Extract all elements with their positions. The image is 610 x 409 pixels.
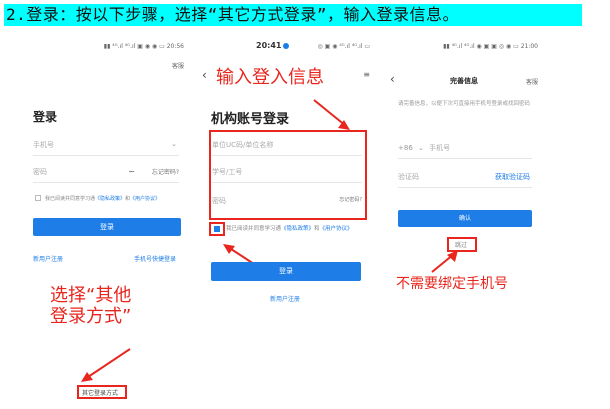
privacy-policy-link[interactable]: 《隐私政策》 <box>95 196 125 202</box>
arrow-icon <box>431 250 458 273</box>
org-input[interactable]: 单位UC码/单位名称 <box>212 140 362 156</box>
phone-input[interactable]: 手机号 ⌄ <box>33 140 179 156</box>
complete-info-screen: ▮▮ ⁴ᴳ.ıl ⁴ᴳ.ıl ◉ ▣ ▣ ◎ ◉ ▭ 21:00 ‹ 完善信息 … <box>384 36 544 404</box>
page-title: 机构账号登录 <box>211 112 290 127</box>
phone-input[interactable]: +86 ⌄ 手机号 <box>398 143 532 159</box>
help-link[interactable]: 客服 <box>526 77 538 86</box>
privacy-policy-link[interactable]: 《隐私政策》 <box>281 226 314 232</box>
phone-quick-login-link[interactable]: 手机号快捷登录 <box>134 254 176 263</box>
user-agreement-link[interactable]: 《用户协议》 <box>320 226 353 232</box>
status-bar: ◎ ▣ ◉ ⁴ᴳ.ıl ⁴ᴳ.ıl ▭ <box>317 43 371 50</box>
chevron-down-icon[interactable]: ⌄ <box>418 144 424 152</box>
annotation-no-bind-phone: 不需要绑定手机号 <box>396 276 508 292</box>
user-agreement-link[interactable]: 《用户协议》 <box>130 196 160 202</box>
other-login-link[interactable]: 其它登录方式 <box>82 388 118 397</box>
forgot-password-link[interactable]: 忘记密码? <box>152 167 179 176</box>
agreement-text: 我已阅读并同意学习通《隐私政策》和《用户协议》 <box>45 196 161 202</box>
code-input[interactable]: 验证码 获取验证码 <box>398 172 532 188</box>
agree-checkbox[interactable] <box>35 195 41 201</box>
help-link[interactable]: 客服 <box>172 61 184 70</box>
password-input[interactable]: 密码 忘记密码? <box>212 196 362 212</box>
page-title: 登录 <box>33 110 58 124</box>
forgot-password-link[interactable]: 忘记密码? <box>339 196 362 203</box>
status-time: 20:41 <box>256 41 290 50</box>
agree-checkbox[interactable] <box>214 226 220 232</box>
student-id-input[interactable]: 学号/工号 <box>212 167 362 183</box>
info-description: 请完善信息，以便下次可直接用手机号登录或找回密码 <box>398 101 531 107</box>
login-screen: ▮▮ ⁴ᴳ.ıl ⁴ᴳ.ıl ▣ ◉ ◉ ▭ 20:56 客服 登录 手机号 ⌄… <box>20 36 190 404</box>
arrow-icon <box>81 348 131 382</box>
menu-icon[interactable]: ≡ <box>363 70 370 79</box>
status-bar: ▮▮ ⁴ᴳ.ıl ⁴ᴳ.ıl ▣ ◉ ◉ ▭ 20:56 <box>103 43 184 50</box>
eye-icon[interactable]: ∽ <box>128 167 135 176</box>
register-link[interactable]: 新用户注册 <box>33 254 63 263</box>
password-input[interactable]: 密码 ∽ 忘记密码? <box>33 167 179 183</box>
annotation-choose-other: 选择“其他 登录方式” <box>50 285 132 327</box>
chevron-down-icon[interactable]: ⌄ <box>171 140 177 148</box>
confirm-button[interactable]: 确认 <box>398 210 532 227</box>
back-icon[interactable]: ‹ <box>202 68 207 82</box>
banner-text: 2.登录：按以下步骤，选择“其它方式登录”，输入登录信息。 <box>6 5 460 24</box>
register-link[interactable]: 新用户注册 <box>270 294 300 303</box>
annotation-enter-info: 输入登入信息 <box>216 67 324 88</box>
instruction-banner: 2.登录：按以下步骤，选择“其它方式登录”，输入登录信息。 <box>0 0 610 30</box>
notification-dot <box>283 42 290 49</box>
status-bar: ▮▮ ⁴ᴳ.ıl ⁴ᴳ.ıl ◉ ▣ ▣ ◎ ◉ ▭ 21:00 <box>443 43 538 50</box>
get-code-link[interactable]: 获取验证码 <box>495 172 530 182</box>
back-icon[interactable]: ‹ <box>390 72 395 86</box>
page-title: 完善信息 <box>450 77 478 85</box>
login-button[interactable]: 登录 <box>33 218 181 236</box>
org-login-screen: 20:41 ◎ ▣ ◉ ⁴ᴳ.ıl ⁴ᴳ.ıl ▭ ‹ ≡ 输入登入信息 机构账… <box>198 36 376 404</box>
agreement-text: 我已阅读并同意学习通《隐私政策》和《用户协议》 <box>226 226 353 232</box>
login-button[interactable]: 登录 <box>211 262 361 281</box>
